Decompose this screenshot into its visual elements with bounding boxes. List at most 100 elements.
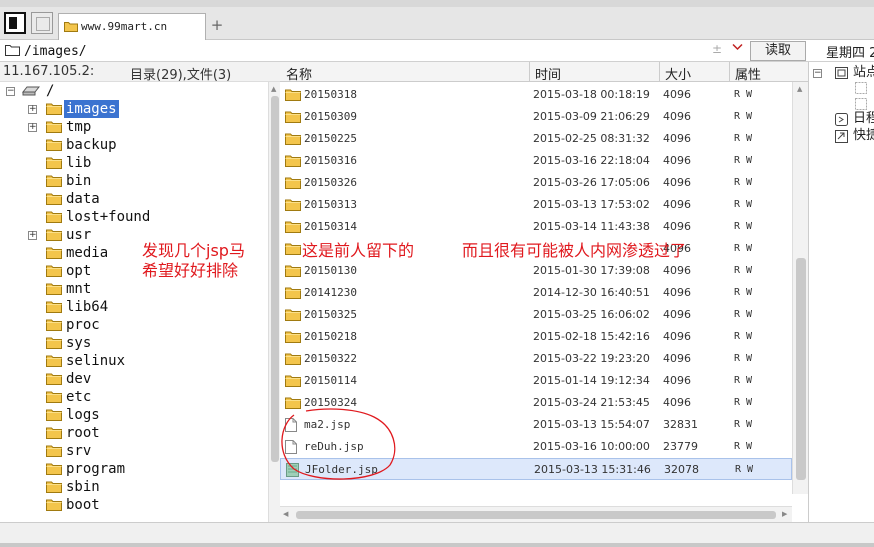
column-divider[interactable] xyxy=(729,62,730,82)
file-name: 20150218 xyxy=(304,330,357,343)
file-list-hscroll-thumb[interactable] xyxy=(296,511,776,519)
file-time: 2015-03-13 15:31:46 xyxy=(534,463,651,476)
file-row[interactable]: 20150316 2015-03-16 22:18:04 4096 R W xyxy=(280,150,792,172)
file-row[interactable]: 20150318 2015-03-18 00:18:19 4096 R W xyxy=(280,84,792,106)
tree-label: / xyxy=(46,83,55,99)
tree-label: sbin xyxy=(66,479,100,495)
column-divider[interactable] xyxy=(659,62,660,82)
file-size: 4096 xyxy=(663,308,691,321)
tree-label: tmp xyxy=(66,119,92,135)
window-top-edge xyxy=(0,0,874,7)
file-time: 2015-03-16 10:00:00 xyxy=(533,440,650,453)
expand-icon[interactable]: + xyxy=(28,123,37,132)
expand-icon[interactable]: + xyxy=(28,231,37,240)
file-time: 2015-03-16 22:18:04 xyxy=(533,154,650,167)
folder-icon xyxy=(46,391,62,403)
file-row[interactable]: 20141230 2014-12-30 16:40:51 4096 R W xyxy=(280,282,792,304)
side-label-schedule: 日程 xyxy=(853,111,874,126)
column-header-size[interactable]: 大小 xyxy=(665,64,691,83)
expand-icon[interactable]: + xyxy=(28,105,37,114)
column-header-attr[interactable]: 属性 xyxy=(735,64,761,83)
folder-icon xyxy=(64,22,78,32)
scroll-left-icon[interactable]: ◀ xyxy=(283,510,288,518)
file-list-header: 名称 时间 大小 属性 xyxy=(280,62,808,83)
file-row[interactable]: 20150326 2015-03-26 17:05:06 4096 R W xyxy=(280,172,792,194)
tree-label: backup xyxy=(66,137,117,153)
folder-icon xyxy=(46,427,62,439)
file-row[interactable]: 20150313 2015-03-13 17:53:02 4096 R W xyxy=(280,194,792,216)
file-size: 32078 xyxy=(664,463,699,476)
file-time: 2015-03-13 15:54:07 xyxy=(533,418,650,431)
file-size: 4096 xyxy=(663,286,691,299)
file-time: 2015-03-18 00:18:19 xyxy=(533,88,650,101)
tree-label: srv xyxy=(66,443,92,459)
folder-icon xyxy=(46,175,62,187)
site-entry-icon[interactable] xyxy=(855,82,867,94)
file-list-scroll-thumb[interactable] xyxy=(796,258,806,480)
tree-label: usr xyxy=(66,227,92,243)
file-name: 20150316 xyxy=(304,154,357,167)
collapse-icon[interactable]: − xyxy=(6,87,15,96)
file-row[interactable]: 20150309 2015-03-09 21:06:29 4096 R W xyxy=(280,106,792,128)
file-size: 4096 xyxy=(663,132,691,145)
column-header-name[interactable]: 名称 xyxy=(286,64,312,83)
scroll-up-icon[interactable]: ▲ xyxy=(797,85,802,93)
file-name: 20150114 xyxy=(304,374,357,387)
file-attr: R W xyxy=(734,111,753,122)
folder-icon xyxy=(46,301,62,313)
window-button[interactable] xyxy=(31,12,53,34)
tree-label: boot xyxy=(66,497,100,513)
chevron-down-icon[interactable] xyxy=(732,43,743,51)
folder-icon xyxy=(46,445,62,457)
read-button[interactable]: 读取 xyxy=(750,41,806,61)
new-tab-button[interactable]: + xyxy=(210,14,224,36)
folder-icon xyxy=(285,331,301,343)
file-row[interactable]: 20150130 2015-01-30 17:39:08 4096 R W xyxy=(280,260,792,282)
file-size: 4096 xyxy=(663,264,691,277)
file-list-scrollbar[interactable]: ▲ xyxy=(792,82,808,494)
tree-label: lib xyxy=(66,155,92,171)
tree-label: etc xyxy=(66,389,92,405)
file-row[interactable]: 20150322 2015-03-22 19:23:20 4096 R W xyxy=(280,348,792,370)
drive-icon xyxy=(22,86,40,96)
shortcut-icon xyxy=(835,130,848,143)
scroll-right-icon[interactable]: ▶ xyxy=(782,510,787,518)
file-row[interactable]: 20150314 2015-03-14 11:43:38 4096 R W xyxy=(280,216,792,238)
file-row[interactable]: 20150225 2015-02-25 08:31:32 4096 R W xyxy=(280,128,792,150)
file-name: 20150314 xyxy=(304,220,357,233)
tree-label: selinux xyxy=(66,353,126,369)
file-size: 4096 xyxy=(663,88,691,101)
file-time: 2015-03-09 21:06:29 xyxy=(533,110,650,123)
folder-icon xyxy=(46,139,62,151)
file-attr: R W xyxy=(734,441,753,452)
tree-label: mnt xyxy=(66,281,92,297)
tree-label: opt xyxy=(66,263,92,279)
column-header-time[interactable]: 时间 xyxy=(535,64,561,83)
file-name: 20150325 xyxy=(304,308,357,321)
file-attr: R W xyxy=(734,287,753,298)
file-time: 2015-03-26 17:05:06 xyxy=(533,176,650,189)
site-entry-icon[interactable] xyxy=(855,98,867,110)
folder-icon xyxy=(285,243,301,255)
plus-minus-icon[interactable]: ± xyxy=(712,42,722,56)
tree-label: proc xyxy=(66,317,100,333)
tree-label: media xyxy=(66,245,109,261)
panel-toggle-button[interactable] xyxy=(4,12,26,34)
scroll-up-icon[interactable]: ▲ xyxy=(271,85,276,93)
file-list-hscrollbar[interactable]: ◀ ▶ xyxy=(280,506,792,522)
folder-icon xyxy=(46,193,62,205)
tab-current-site[interactable]: www.99mart.cn xyxy=(58,13,206,40)
tree-label: bin xyxy=(66,173,92,189)
collapse-icon[interactable]: − xyxy=(813,69,822,78)
file-time: 2015-01-14 19:12:34 xyxy=(533,374,650,387)
folder-icon xyxy=(285,177,301,189)
column-divider[interactable] xyxy=(529,62,530,82)
folder-icon xyxy=(285,375,301,387)
folder-icon xyxy=(46,481,62,493)
file-row[interactable]: 20150114 2015-01-14 19:12:34 4096 R W xyxy=(280,370,792,392)
file-row[interactable]: 20150325 2015-03-25 16:06:02 4096 R W xyxy=(280,304,792,326)
file-size: 4096 xyxy=(663,176,691,189)
tab-strip: www.99mart.cn + xyxy=(0,0,874,40)
file-row[interactable]: 20150218 2015-02-18 15:42:16 4096 R W xyxy=(280,326,792,348)
path-input[interactable] xyxy=(24,42,684,60)
